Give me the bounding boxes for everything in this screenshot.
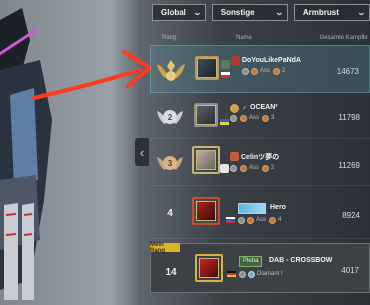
tier-level-icon	[273, 68, 280, 75]
clan-banner	[238, 203, 266, 214]
arrow-annotation	[32, 50, 152, 100]
weapon-dropdown[interactable]: Armbrust ⌄	[293, 4, 370, 21]
collapse-panel-button[interactable]: ‹	[135, 138, 149, 166]
rank-badge	[151, 54, 191, 86]
table-row[interactable]: 4 Hero Ass 4 8924	[150, 187, 370, 239]
score-value: 4017	[341, 266, 359, 275]
rank-badge: 14	[151, 264, 191, 280]
tier-level: 2	[282, 68, 286, 74]
shield-icon	[238, 217, 245, 224]
tier-icon	[240, 115, 247, 122]
tier-level: 3	[271, 115, 275, 121]
weapon-dropdown-label: Armbrust	[302, 8, 339, 17]
bronze-wings-rank-icon: 3	[157, 156, 183, 170]
player-name: OCEAN²	[250, 104, 278, 111]
player-name: Celinツ夢の	[241, 154, 280, 161]
tier-level-icon	[262, 165, 269, 172]
chevron-down-icon: ⌄	[274, 8, 285, 17]
category-dropdown[interactable]: Sonstige ⌄	[211, 4, 288, 21]
silver-wings-rank-icon: 2	[157, 110, 183, 124]
shield-icon	[230, 115, 237, 122]
table-header: Rang Name Gesamte Kampfkr	[150, 35, 370, 45]
score-column-header: Gesamte Kampfkr	[319, 35, 368, 41]
flag-icon	[221, 72, 230, 78]
region-dropdown-label: Global	[161, 8, 186, 17]
avatar	[196, 105, 216, 125]
rank-badge: 3	[150, 148, 190, 176]
gold-wings-rank-icon	[157, 60, 185, 81]
crest-icon	[231, 56, 240, 65]
crest-icon	[230, 104, 239, 113]
avatar	[196, 201, 216, 221]
diamond-tier-icon	[248, 271, 255, 278]
chevron-down-icon: ⌄	[356, 8, 367, 17]
crest-icon	[230, 152, 239, 161]
my-rank-row[interactable]: 14 Pleba DAB - CROSSBOW Diamant I 4017	[150, 243, 370, 293]
filter-bar: Global ⌄ Sonstige ⌄ Armbrust ⌄	[152, 4, 370, 21]
tier-level: 2	[271, 165, 275, 171]
flag-icon	[226, 217, 235, 223]
my-rank-label: Mein Rang	[150, 242, 180, 254]
score-value: 11269	[338, 161, 360, 170]
player-name: Hero	[270, 204, 286, 211]
emblem-icon	[220, 164, 229, 173]
tier-level-icon	[269, 217, 276, 224]
table-row[interactable]: 2 ♂ OCEAN² Ass 3 11798	[150, 94, 370, 139]
rank-number: 3	[168, 159, 173, 168]
emblem-icon	[220, 107, 229, 116]
score-value: 14673	[336, 67, 359, 76]
name-column-header: Name	[236, 35, 253, 41]
player-name: DoYouLikePaNdA	[242, 57, 301, 64]
rank-number: 4	[167, 207, 173, 219]
score-value: 8924	[342, 211, 360, 220]
shield-icon	[242, 68, 249, 75]
player-name: DAB - CROSSBOW	[269, 257, 333, 264]
rank-number: 14	[165, 266, 177, 278]
tier-icon	[247, 217, 254, 224]
tier-label: Ass	[249, 115, 260, 121]
score-value: 11798	[338, 113, 360, 122]
rank-column-header: Rang	[162, 35, 177, 41]
region-dropdown[interactable]: Global ⌄	[152, 4, 206, 21]
tier-label: Ass	[260, 68, 271, 74]
tier-label: Diamant I	[257, 271, 283, 277]
table-row[interactable]: 3 Celinツ夢の Ass 2 11269	[150, 140, 370, 186]
category-dropdown-label: Sonstige	[220, 8, 255, 17]
tier-label: Ass	[256, 217, 267, 223]
tier-icon	[251, 68, 258, 75]
tier-level: 4	[278, 217, 282, 223]
avatar	[199, 258, 219, 278]
shield-icon	[239, 271, 246, 278]
chevron-down-icon: ⌄	[192, 8, 203, 17]
flag-icon	[220, 119, 229, 125]
emblem-icon	[221, 60, 230, 69]
avatar	[197, 58, 217, 78]
rank-badge: 2	[150, 102, 190, 130]
gender-icon: ♂	[241, 105, 248, 112]
tier-label: Ass	[249, 165, 260, 171]
rank-badge: 4	[150, 205, 190, 221]
flag-icon	[227, 271, 236, 277]
rank-number: 2	[168, 113, 173, 122]
shield-icon	[230, 165, 237, 172]
tier-level-icon	[262, 115, 269, 122]
chevron-left-icon: ‹	[139, 144, 145, 160]
avatar	[196, 150, 216, 170]
table-row[interactable]: DoYouLikePaNdA Ass 2 14673	[150, 45, 370, 93]
tier-icon	[240, 165, 247, 172]
clan-tag: Pleba	[239, 256, 263, 267]
